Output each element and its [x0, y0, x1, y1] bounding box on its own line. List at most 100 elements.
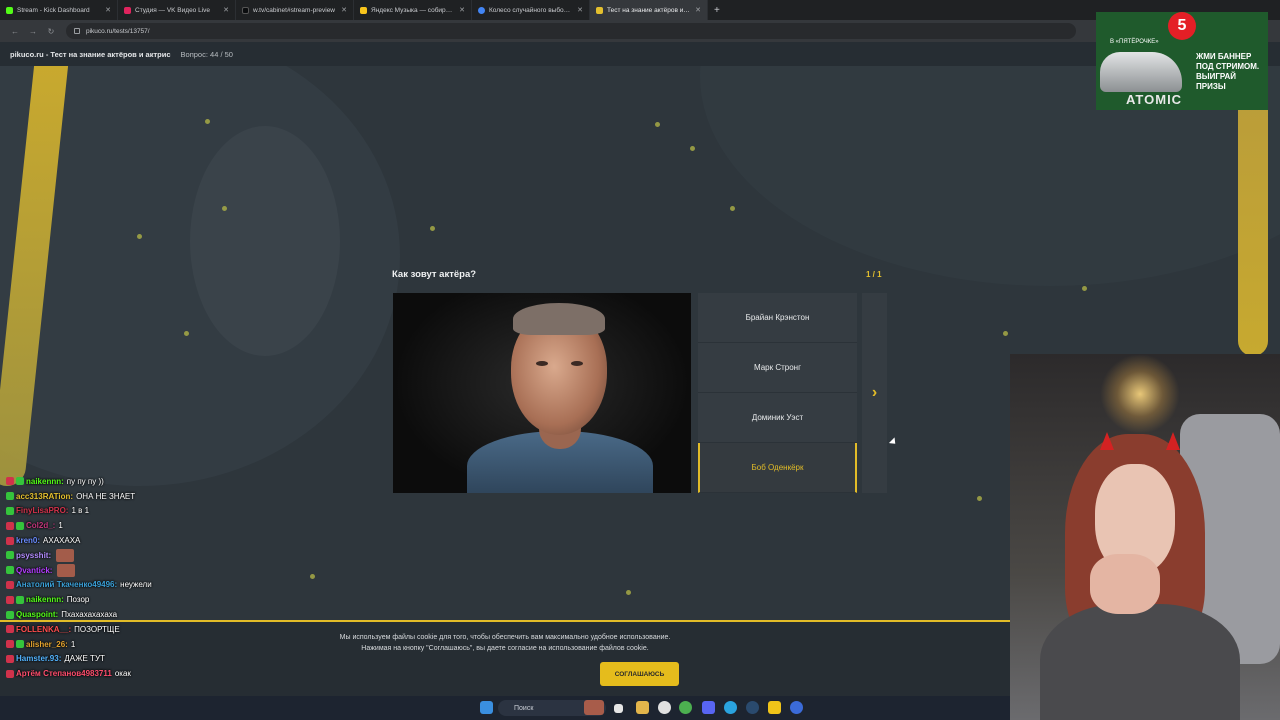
chrome-icon[interactable]: [679, 701, 692, 714]
tab-vk[interactable]: Студия — VK Видео Live ✕: [118, 0, 236, 20]
live-badge-icon: [6, 640, 14, 649]
decor-dot: [626, 590, 631, 595]
answer-option-1[interactable]: Брайан Крэнстон: [698, 293, 857, 343]
chat-username[interactable]: Артём Степанов4983711: [16, 669, 112, 678]
decor-dot: [655, 122, 660, 127]
devil-horn-icon: [1166, 432, 1180, 450]
ad-badge: 5: [1168, 12, 1196, 40]
site-info-icon[interactable]: [74, 28, 80, 34]
tab-label: w.tv/cabinet#stream-preview: [253, 6, 336, 14]
next-question-button[interactable]: ›: [862, 293, 887, 493]
chat-username[interactable]: FOLLENKA__:: [16, 625, 71, 634]
chat-text: ОНА НЕ ЗНАЕТ: [76, 491, 136, 501]
answer-options: Брайан Крэнстон Марк Стронг Доминик Уэст…: [698, 293, 857, 493]
url-field[interactable]: pikuco.ru/tests/13757/: [66, 23, 1076, 39]
folder-icon[interactable]: [636, 701, 649, 714]
screen: Stream - Kick Dashboard ✕ Студия — VK Вид…: [0, 0, 1280, 720]
chat-username[interactable]: Hamster.93:: [16, 654, 61, 663]
tab-kick[interactable]: Stream - Kick Dashboard ✕: [0, 0, 118, 20]
chat-username[interactable]: alisher_26:: [26, 640, 68, 649]
close-icon[interactable]: ✕: [695, 6, 701, 14]
windows-start-icon[interactable]: [480, 701, 493, 714]
chat-text: Пхахахахахаха: [61, 610, 118, 620]
chat-username[interactable]: acc313RATion:: [16, 492, 73, 501]
task-view-icon[interactable]: [614, 704, 623, 713]
answer-option-2[interactable]: Марк Стронг: [698, 343, 857, 393]
chat-message: FOLLENKA__: ПОЗОРТЩЕ: [6, 622, 266, 637]
chat-username[interactable]: naikennn:: [26, 595, 64, 604]
chat-username[interactable]: naikennn:: [26, 477, 64, 486]
tab-yandex-music[interactable]: Яндекс Музыка — собираем ...✕: [354, 0, 472, 20]
forward-icon[interactable]: →: [24, 27, 42, 36]
kick-badge-icon: [16, 521, 24, 530]
photo-eye: [571, 361, 583, 366]
telegram-icon[interactable]: [724, 701, 737, 714]
chat-text: АХАХАХА: [43, 536, 81, 546]
chat-message: psysshit:: [6, 548, 266, 563]
page-title[interactable]: pikuco.ru - Тест на знание актёров и акт…: [10, 50, 171, 59]
close-icon[interactable]: ✕: [105, 6, 111, 14]
webcam-lights: [1100, 354, 1180, 434]
close-icon[interactable]: ✕: [577, 6, 583, 14]
decor-dot: [1003, 331, 1008, 336]
photo-eye: [536, 361, 548, 366]
chat-username[interactable]: Quaspoint:: [16, 610, 58, 619]
vk-favicon-icon: [124, 6, 131, 14]
answer-option-4[interactable]: Боб Оденкёрк: [698, 443, 857, 493]
close-icon[interactable]: ✕: [223, 6, 229, 14]
chat-emote-icon: [57, 563, 76, 577]
pikuco-favicon-icon: [596, 6, 603, 14]
answer-option-3[interactable]: Доминик Уэст: [698, 393, 857, 443]
devil-horn-icon: [1100, 432, 1114, 450]
chat-username[interactable]: Qvantick:: [16, 566, 52, 575]
close-icon[interactable]: ✕: [459, 6, 465, 14]
decor-dot: [310, 574, 315, 579]
kick-badge-icon: [16, 595, 24, 604]
widgets-icon[interactable]: [584, 700, 604, 715]
sponsor-ad-banner[interactable]: 5 В «ПЯТЁРОЧКЕ» ЖМИ БАННЕР ПОД СТРИМОМ. …: [1096, 12, 1268, 110]
kick-badge-icon: [6, 551, 14, 560]
back-icon[interactable]: ←: [6, 27, 24, 36]
chat-message: naikennn: Позор: [6, 592, 266, 607]
discord-icon[interactable]: [702, 701, 715, 714]
accept-cookies-button[interactable]: СОГЛАШАЮСЬ: [600, 662, 679, 686]
live-badge-icon: [6, 654, 14, 663]
app-icon[interactable]: [768, 701, 781, 714]
tab-label: Яндекс Музыка — собираем ...: [371, 6, 456, 14]
kick-badge-icon: [16, 477, 24, 486]
chat-message: Hamster.93: ДАЖЕ ТУТ: [6, 652, 266, 667]
new-tab-button[interactable]: +: [708, 5, 726, 16]
tab-wheel[interactable]: Колесо случайного выбора ... ✕: [472, 0, 590, 20]
tab-wtv[interactable]: w.tv/cabinet#stream-preview ✕: [236, 0, 354, 20]
decor-dot: [184, 331, 189, 336]
webcam-overlay: [1010, 354, 1280, 720]
chat-username[interactable]: kren0:: [16, 536, 40, 545]
chevron-right-icon: ›: [871, 384, 878, 401]
chat-message: Артём Степанов4983711 окак: [6, 666, 266, 681]
actor-photo: [393, 293, 691, 493]
webcam-hand: [1090, 554, 1160, 614]
chat-username[interactable]: Анатолий Ткаченко49496:: [16, 580, 117, 589]
kick-favicon-icon: [6, 6, 13, 14]
chat-username[interactable]: psysshit:: [16, 551, 51, 560]
chat-username[interactable]: Col2d_:: [26, 521, 55, 530]
wheel-favicon-icon: [478, 6, 485, 14]
decor-dot: [222, 206, 227, 211]
steam-icon[interactable]: [746, 701, 759, 714]
chat-username[interactable]: FinyLisaPRO:: [16, 506, 68, 515]
kick-badge-icon: [6, 566, 14, 575]
chat-text: пу пу пу )): [66, 476, 104, 486]
decor-blob: [190, 126, 340, 356]
question-title: Как зовут актёра?: [392, 269, 477, 280]
tab-quiz[interactable]: Тест на знание актёров и актр... ✕: [590, 0, 708, 20]
tab-label: Студия — VK Видео Live: [135, 6, 211, 14]
address-bar-row: ← → ↻ pikuco.ru/tests/13757/: [0, 20, 1280, 42]
close-icon[interactable]: ✕: [341, 6, 347, 14]
reload-icon[interactable]: ↻: [42, 27, 60, 36]
live-badge-icon: [6, 669, 14, 678]
obs-icon[interactable]: [658, 701, 671, 714]
chat-text: 1: [58, 521, 63, 531]
chat-emote-icon: [56, 548, 75, 562]
chat-message: kren0: АХАХАХА: [6, 533, 266, 548]
chat-app-icon[interactable]: [790, 701, 803, 714]
